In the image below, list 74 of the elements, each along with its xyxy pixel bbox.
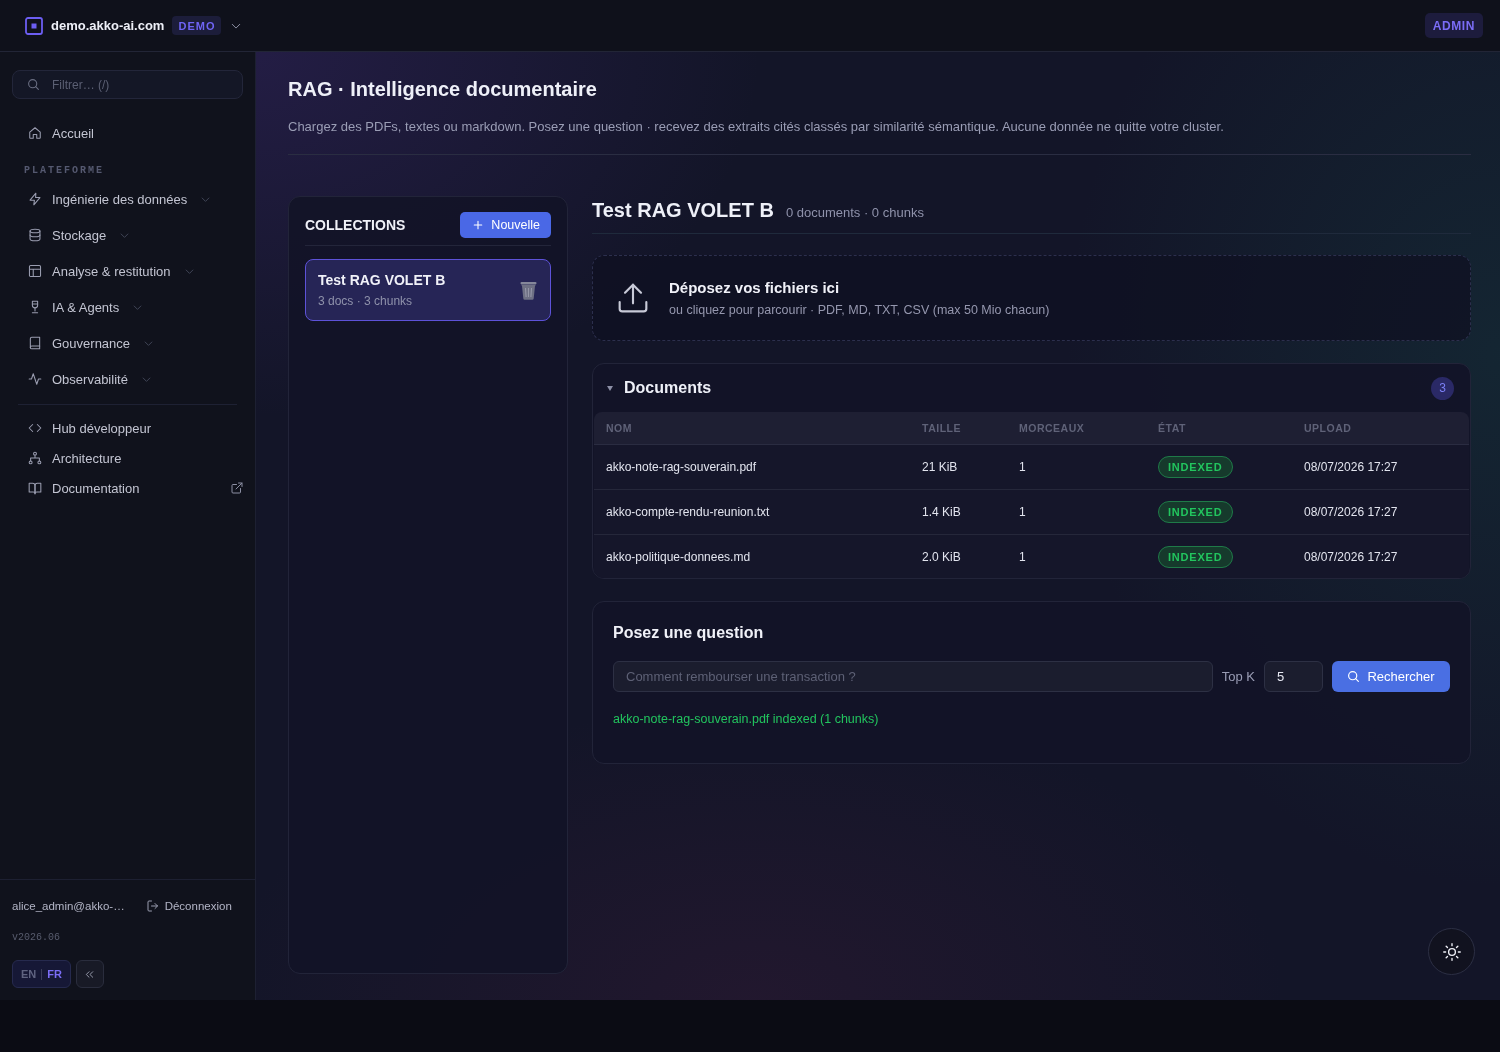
pulse-icon bbox=[28, 372, 42, 386]
column-header: UPLOAD bbox=[1292, 412, 1469, 445]
section-heading: PLATEFORME bbox=[23, 164, 105, 178]
open-book-icon bbox=[28, 481, 42, 495]
code-icon bbox=[28, 421, 42, 435]
book-icon bbox=[28, 336, 42, 350]
hierarchy-icon bbox=[28, 451, 42, 465]
new-collection-button[interactable]: Nouvelle bbox=[460, 212, 551, 238]
plus-icon bbox=[473, 220, 484, 230]
documents-heading: Documents bbox=[624, 379, 712, 397]
collection-name: Test RAG VOLET B bbox=[318, 271, 447, 289]
dropzone-hint: ou cliquez pour parcourir · PDF, MD, TXT, CSV (max 50 Mio chacun) bbox=[669, 302, 1050, 318]
top-k-label: Top K bbox=[1221, 669, 1255, 684]
workspace-name[interactable]: demo.akko-ai.com bbox=[51, 18, 165, 33]
status-badge: INDEXED bbox=[1158, 545, 1233, 568]
trash-icon[interactable] bbox=[519, 280, 538, 300]
sun-icon bbox=[1442, 942, 1461, 961]
theme-toggle-button[interactable] bbox=[1428, 928, 1475, 975]
chevron-down-icon bbox=[201, 194, 211, 204]
document-count-badge: 3 bbox=[1431, 376, 1454, 400]
home-icon bbox=[28, 126, 42, 140]
nav-item[interactable]: IA & Agents bbox=[12, 289, 243, 325]
chevron-down-icon bbox=[144, 338, 154, 348]
role-badge: ADMIN bbox=[1424, 13, 1483, 38]
logo-icon bbox=[25, 16, 43, 35]
top-k-input[interactable]: 5 bbox=[1264, 661, 1323, 692]
collection-stats: 0 documents · 0 chunks bbox=[785, 205, 924, 220]
upload-icon bbox=[617, 282, 649, 314]
dropzone-title: Déposez vos fichiers ici bbox=[669, 278, 841, 298]
nav-item[interactable]: Observabilité bbox=[12, 361, 243, 397]
lightning-icon bbox=[28, 192, 42, 206]
logout-button[interactable]: Déconnexion bbox=[146, 900, 232, 912]
file-dropzone[interactable]: Déposez vos fichiers ici ou cliquez pour parcourir · PDF, MD, TXT, CSV (max 50 Mio chacun) bbox=[592, 255, 1471, 341]
version-label: v2026.06 bbox=[12, 931, 61, 945]
collection-card[interactable]: Test RAG VOLET B 3 docs · 3 chunks bbox=[305, 259, 551, 321]
environment-badge: DEMO bbox=[172, 16, 222, 35]
filter-search-field[interactable]: Filtrer… (/) bbox=[12, 70, 243, 99]
search-icon bbox=[27, 78, 40, 91]
status-message: akko-note-rag-souverain.pdf indexed (1 chunks) bbox=[613, 711, 880, 727]
search-icon bbox=[1347, 670, 1361, 683]
page-description: Chargez des PDFs, textes ou markdown. Posez une question · recevez des extraits cités classés par similarité sémantique. Aucune donnée ne quitte votre cluster. bbox=[288, 119, 1225, 135]
language-option[interactable]: FR bbox=[47, 968, 62, 980]
status-badge: INDEXED bbox=[1158, 456, 1233, 478]
nav-item[interactable]: Documentation bbox=[12, 473, 243, 503]
nav-item[interactable]: Gouvernance bbox=[12, 325, 243, 361]
external-link-icon bbox=[231, 482, 243, 494]
nav-item[interactable]: Stockage bbox=[12, 217, 243, 253]
user-email: alice_admin@akko-… bbox=[12, 900, 125, 912]
collection-title: Test RAG VOLET B bbox=[592, 198, 774, 222]
chevron-down-icon bbox=[141, 374, 151, 384]
nav-item[interactable]: Analyse & restitution bbox=[12, 253, 243, 289]
nav-item[interactable]: Accueil bbox=[12, 115, 243, 151]
layout-icon bbox=[28, 264, 42, 278]
logout-icon bbox=[146, 900, 159, 912]
collection-stats: 3 docs · 3 chunks bbox=[318, 293, 414, 309]
page-title: RAG · Intelligence documentaire bbox=[288, 77, 598, 101]
column-header: MORCEAUX bbox=[1007, 412, 1146, 445]
nav-item[interactable]: Hub développeur bbox=[12, 413, 243, 443]
caret-icon[interactable] bbox=[607, 385, 613, 391]
nav-item[interactable]: Ingénierie des données bbox=[12, 181, 243, 217]
column-header: TAILLE bbox=[910, 412, 1007, 445]
column-header: NOM bbox=[594, 412, 910, 445]
chevron-down-icon bbox=[133, 302, 143, 312]
chevron-down-icon bbox=[120, 230, 130, 240]
status-badge: INDEXED bbox=[1158, 501, 1233, 523]
collections-heading: COLLECTIONS bbox=[305, 217, 406, 233]
question-input[interactable]: Comment rembourser une transaction ? bbox=[613, 661, 1213, 692]
database-icon bbox=[28, 228, 42, 242]
nav-item[interactable]: Architecture bbox=[12, 443, 243, 473]
chevron-down-icon bbox=[184, 266, 194, 276]
search-button[interactable]: Rechercher bbox=[1332, 661, 1450, 692]
column-header: ÉTAT bbox=[1146, 412, 1292, 445]
question-heading: Posez une question bbox=[613, 623, 765, 643]
double-chevron-left-icon bbox=[84, 968, 96, 980]
